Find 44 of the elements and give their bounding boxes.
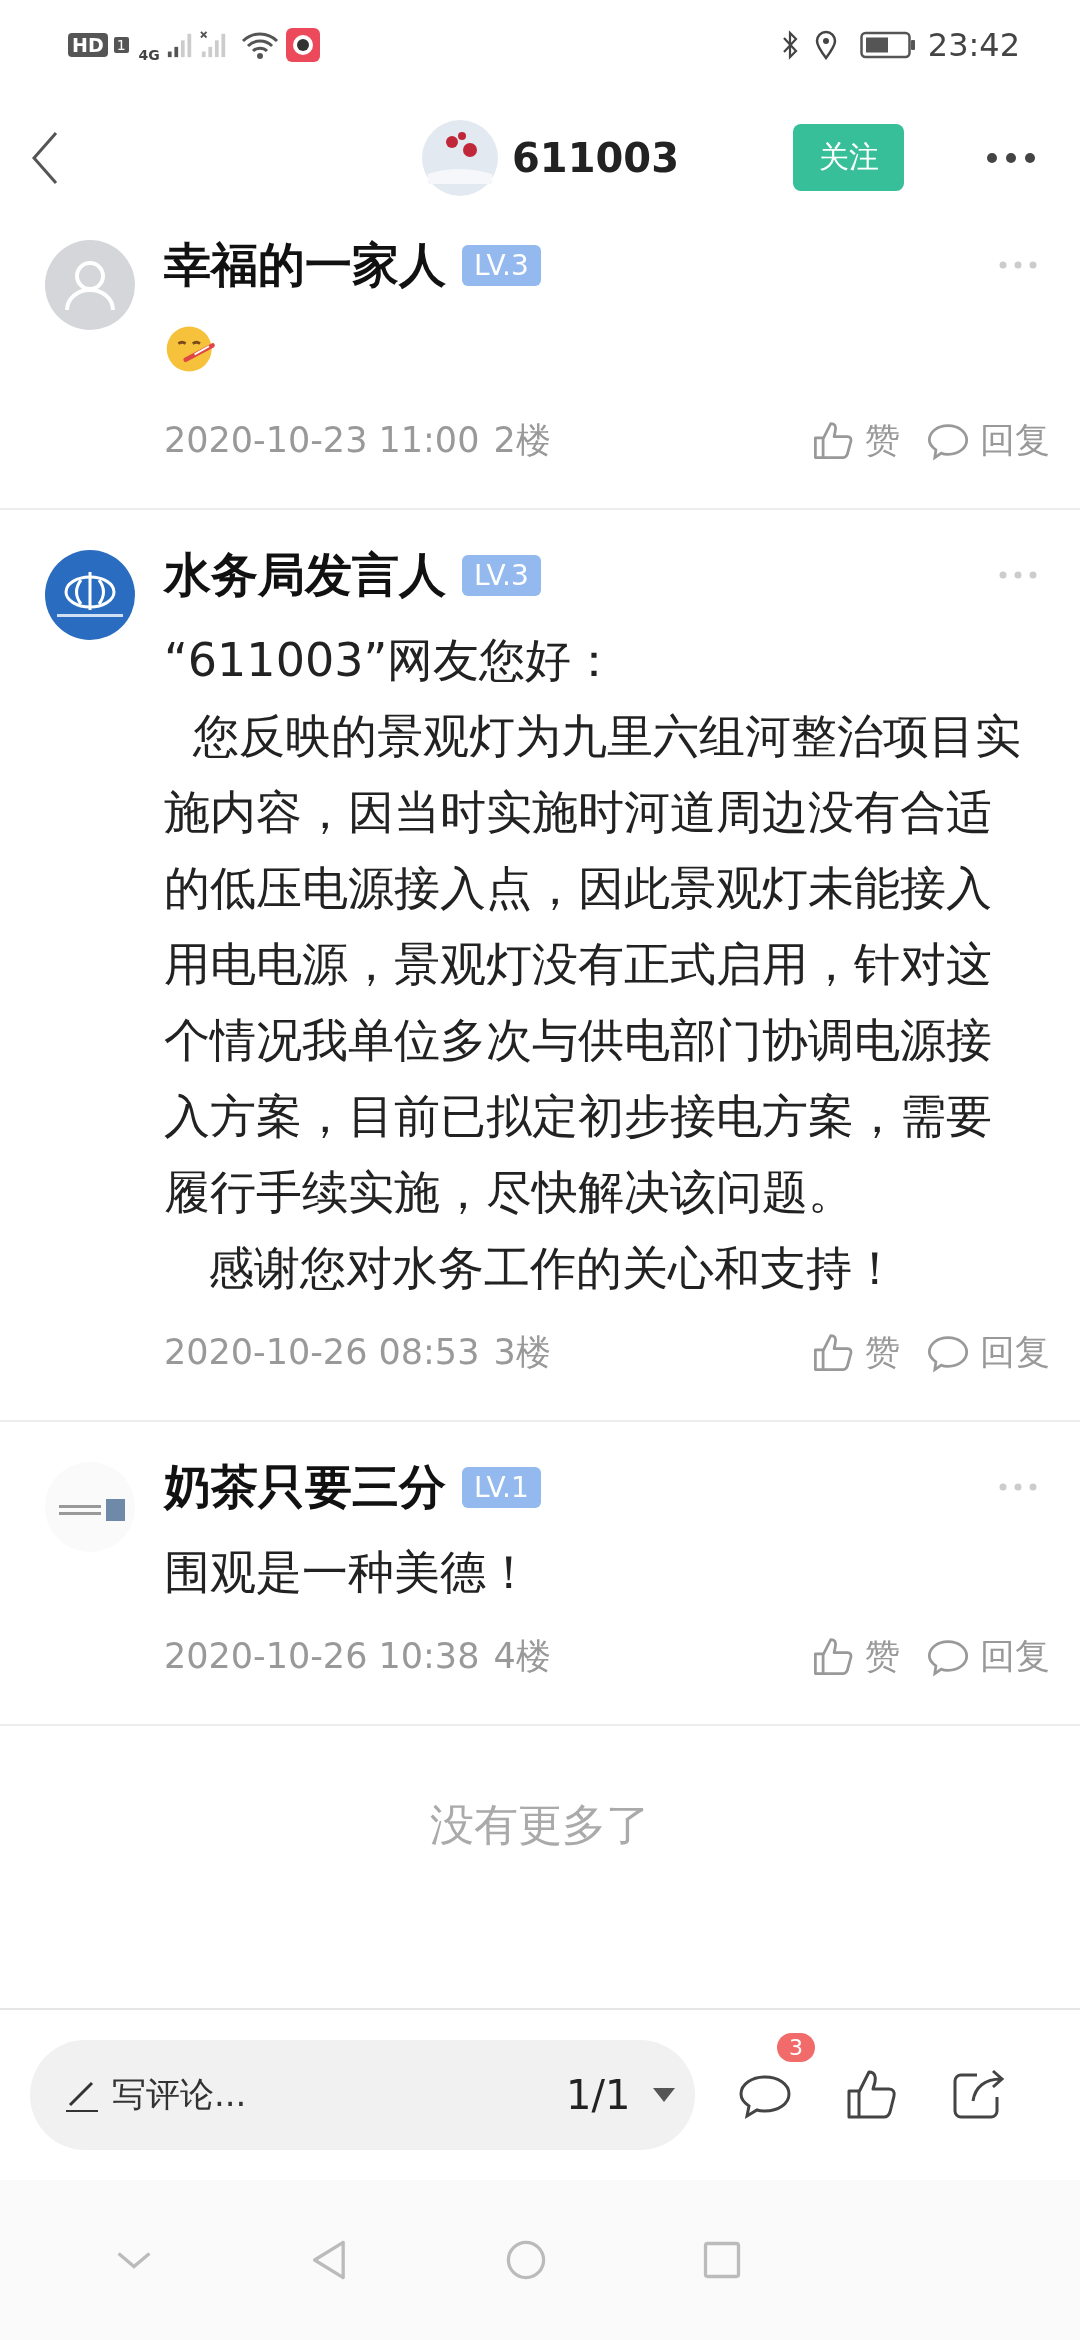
comment-text: 您反映的景观灯为九里六组河整治项目实施内容，因当时实施时河道周边没有合适的低压电源接入点，因此景观灯未能接入用电电源，景观灯没有正式启用，针对这个情况我单位多次与供电部门协调电源接入方案，目前已拟定初步接电方案，需要履行手续实施，尽快解决该问题。 — [164, 708, 1023, 1221]
signal-icon — [165, 31, 194, 59]
location-icon — [813, 30, 838, 60]
floor-number: 4楼 — [493, 1634, 551, 1678]
hd-indicator: HD — [68, 33, 108, 57]
home-circle-icon[interactable] — [504, 2238, 548, 2282]
more-icon[interactable] — [986, 151, 1036, 164]
comment-time: 2020-10-26 10:38 — [164, 1636, 480, 1676]
battery-icon — [859, 31, 916, 59]
page-title: 611003 — [512, 134, 679, 181]
user-name[interactable]: 奶茶只要三分 — [164, 1455, 446, 1519]
wifi-icon — [239, 30, 280, 60]
logo-avatar[interactable] — [45, 550, 135, 640]
like-button[interactable]: 赞 — [811, 1632, 900, 1680]
comment-text: 围观是一种美德！ — [164, 1544, 533, 1601]
comment-text: 感谢您对水务工作的关心和支持！ — [206, 1240, 899, 1297]
comment-text: “611003”网友您好： — [164, 632, 619, 689]
comment-time: 2020-10-26 08:53 — [164, 1332, 480, 1372]
like-button[interactable]: 赞 — [811, 1328, 900, 1376]
comment-count-badge: 3 — [777, 2033, 815, 2062]
end-of-list-text: 没有更多了 — [429, 1798, 651, 1852]
camera-app-icon — [285, 28, 320, 62]
photo-placeholder[interactable] — [422, 119, 498, 196]
reply-button[interactable]: 回复 — [926, 1328, 1050, 1376]
sim-indicator: 1 — [113, 37, 129, 53]
level-tag: LV.3 — [462, 554, 541, 596]
network-type: 4G — [138, 47, 160, 63]
page-selector[interactable]: 1/1 — [566, 2072, 677, 2118]
comment-time: 2020-10-23 11:00 — [164, 420, 480, 460]
no-signal-icon — [199, 31, 228, 59]
dropdown-triangle-icon — [652, 2087, 677, 2103]
level-tag: LV.3 — [462, 244, 541, 286]
reply-button[interactable]: 回复 — [926, 1632, 1050, 1680]
like-button[interactable]: 赞 — [811, 416, 900, 464]
back-chevron-icon — [30, 129, 60, 186]
clock-time: 23:42 — [927, 26, 1020, 64]
reply-button[interactable]: 回复 — [926, 416, 1050, 464]
user-name[interactable]: 幸福的一家人 — [164, 233, 446, 297]
level-tag: LV.1 — [462, 1466, 541, 1508]
user-name[interactable]: 水务局发言人 — [164, 543, 446, 607]
back-button[interactable] — [30, 129, 60, 186]
floor-number: 3楼 — [493, 1330, 551, 1374]
floor-number: 2楼 — [493, 418, 551, 462]
follow-button[interactable]: 关注 — [793, 124, 904, 191]
